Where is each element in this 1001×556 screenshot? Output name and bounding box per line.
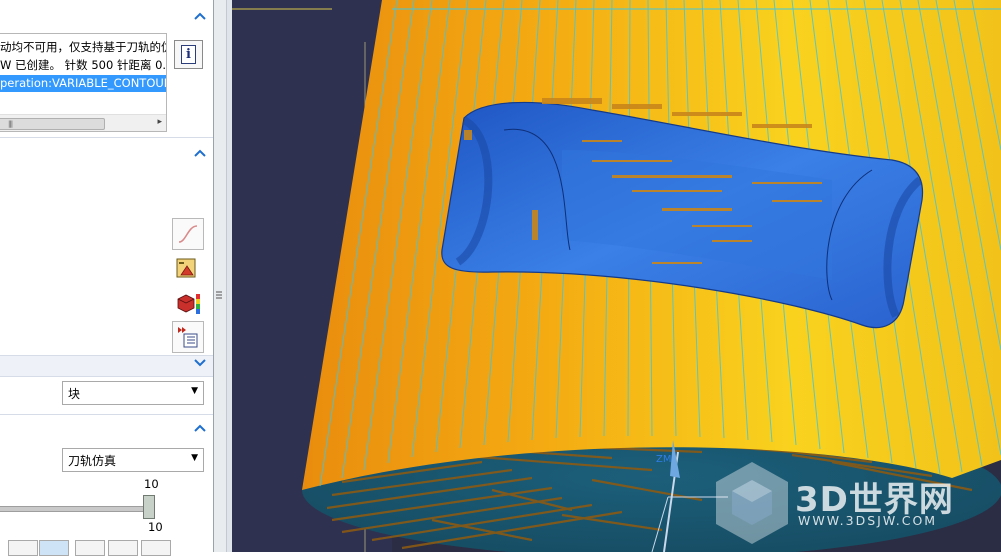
material-button[interactable] bbox=[172, 252, 202, 282]
speed-slider-track[interactable] bbox=[0, 506, 153, 512]
axis-label: ZM bbox=[656, 454, 671, 465]
dropdown-arrow-icon[interactable]: ▼ bbox=[191, 453, 198, 463]
operation-dialog: 动均不可用，仅支持基于刀轨的仿 W 已创建。 针数 500 针距离 0. per… bbox=[0, 0, 213, 556]
message-line: 动均不可用，仅支持基于刀轨的仿 bbox=[0, 40, 167, 54]
collapsed-section-header[interactable] bbox=[0, 356, 213, 376]
chevron-up-icon[interactable] bbox=[193, 11, 207, 25]
step-list-button[interactable] bbox=[172, 321, 204, 353]
scrollbar-thumb[interactable]: ||| bbox=[0, 118, 105, 130]
scroll-right-arrow-icon[interactable]: ▸ bbox=[157, 117, 162, 127]
speed-value-label: 10 bbox=[148, 520, 163, 534]
message-list[interactable]: 动均不可用，仅支持基于刀轨的仿 W 已创建。 针数 500 针距离 0. per… bbox=[0, 33, 167, 132]
divider bbox=[0, 414, 213, 415]
playback-button[interactable] bbox=[108, 540, 138, 556]
part-model[interactable]: ZM bbox=[232, 0, 1001, 552]
chevron-up-icon[interactable] bbox=[193, 148, 207, 162]
splitter-grip-icon[interactable] bbox=[215, 290, 223, 300]
blank-select-value: 块 bbox=[68, 387, 81, 401]
panel-splitter[interactable] bbox=[214, 0, 226, 552]
playback-button[interactable] bbox=[75, 540, 105, 556]
color-map-icon bbox=[177, 294, 200, 314]
divider bbox=[0, 137, 213, 138]
watermark-url: WWW.3DSJW.COM bbox=[798, 513, 938, 528]
blank-select[interactable]: 块 ▼ bbox=[62, 381, 204, 405]
horizontal-scrollbar[interactable]: ||| ▸ bbox=[0, 114, 166, 131]
divider bbox=[0, 376, 213, 377]
message-line: W 已创建。 针数 500 针距离 0. bbox=[0, 58, 167, 72]
playback-button[interactable] bbox=[8, 540, 38, 556]
display-mode-select[interactable]: 刀轨仿真 ▼ bbox=[62, 448, 204, 472]
step-list-icon bbox=[178, 327, 198, 348]
playback-button[interactable] bbox=[141, 540, 171, 556]
visualization-section-header[interactable] bbox=[0, 145, 213, 167]
speed-slider-thumb[interactable] bbox=[143, 495, 155, 519]
dropdown-arrow-icon[interactable]: ▼ bbox=[191, 386, 198, 396]
message-line-selected[interactable]: peration:VARIABLE_CONTOUR bbox=[0, 75, 166, 92]
messages-section-header[interactable] bbox=[0, 8, 213, 30]
chevron-up-icon[interactable] bbox=[193, 423, 207, 437]
chevron-down-icon[interactable] bbox=[193, 358, 207, 372]
color-map-button[interactable] bbox=[172, 287, 202, 317]
material-icon bbox=[176, 258, 196, 278]
display-mode-value: 刀轨仿真 bbox=[68, 454, 117, 468]
info-button[interactable]: i bbox=[174, 40, 203, 69]
playback-button[interactable] bbox=[39, 540, 69, 556]
curve-icon bbox=[178, 225, 198, 243]
speed-max-label: 10 bbox=[144, 477, 159, 491]
curve-button[interactable] bbox=[172, 218, 204, 250]
graphics-viewport[interactable]: ZM bbox=[232, 0, 1001, 552]
simulation-section-header[interactable] bbox=[0, 420, 213, 442]
info-icon: i bbox=[181, 45, 196, 64]
